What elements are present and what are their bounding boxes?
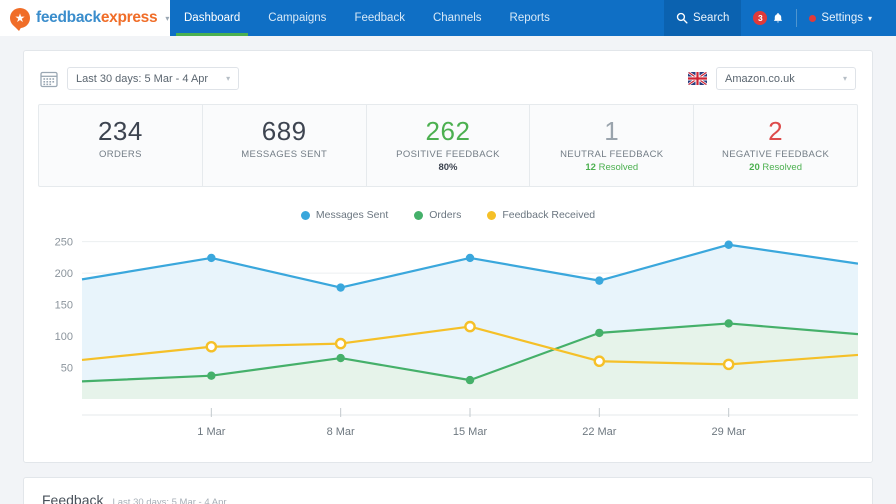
nav-item-channels[interactable]: Channels (419, 0, 496, 36)
legend-item-messages-sent[interactable]: Messages Sent (300, 209, 389, 222)
marketplace-filter-group: Amazon.co.uk ▾ (688, 67, 856, 90)
nav-item-dashboard[interactable]: Dashboard (170, 0, 254, 36)
chart-legend: Messages Sent Orders Feedback Received (38, 209, 858, 221)
nav-label: Campaigns (268, 12, 327, 24)
filter-bar: Last 30 days: 5 Mar - 4 Apr ▾ Amazon.co.… (38, 67, 858, 104)
nav-label: Reports (509, 12, 550, 24)
chevron-down-icon: ▾ (867, 13, 872, 23)
brand-name-second: express (100, 9, 158, 26)
stat-sub: 20 Resolved (698, 162, 853, 173)
legend-bullet-icon (487, 210, 497, 220)
stat-sub-count: 12 (585, 162, 596, 174)
bell-icon (774, 12, 783, 22)
stat-label: NEGATIVE FEEDBACK (722, 149, 830, 161)
stat-card-messages-sent[interactable]: 689 MESSAGES SENT (203, 105, 367, 187)
legend-item-orders[interactable]: Orders (414, 209, 461, 221)
svg-text:150: 150 (55, 300, 73, 312)
uk-flag-icon (688, 72, 707, 85)
feedback-subtitle: Last 30 days: 5 Mar - 4 Apr (112, 497, 227, 504)
date-filter-group: Last 30 days: 5 Mar - 4 Apr ▾ (40, 67, 240, 90)
feedback-title: Feedback (42, 492, 104, 504)
stat-sub-text: Resolved (598, 162, 639, 174)
date-range-select[interactable]: Last 30 days: 5 Mar - 4 Apr ▾ (67, 67, 240, 90)
feedback-section-card: Feedback Last 30 days: 5 Mar - 4 Apr Pos… (23, 477, 873, 504)
svg-text:100: 100 (55, 331, 73, 343)
stat-value: 689 (261, 116, 307, 146)
nav-item-reports[interactable]: Reports (496, 0, 564, 36)
dashboard-overview-card: Last 30 days: 5 Mar - 4 Apr ▾ Amazon.co.… (23, 50, 873, 464)
svg-text:250: 250 (55, 237, 73, 249)
top-navigation-bar: ★ feedbackexpress ▾ Dashboard Campaigns … (0, 0, 896, 36)
svg-text:50: 50 (61, 363, 73, 375)
nav-label: Channels (432, 12, 482, 24)
performance-area-chart[interactable]: 50 100 150 200 250 1 Mar 8 Mar 15 Mar 22 Mar 29 M… (38, 221, 859, 449)
legend-label: Feedback Received (502, 209, 596, 222)
kpi-stats-row: 234 ORDERS 689 MESSAGES SENT 262 POSITIV… (38, 104, 858, 188)
stat-value: 1 (604, 116, 620, 146)
stat-sub: 80% (438, 162, 458, 174)
stat-card-negative-feedback[interactable]: 2 NEGATIVE FEEDBACK 20 Resolved (694, 105, 857, 186)
marketplace-select[interactable]: Amazon.co.uk ▾ (716, 67, 856, 90)
settings-button[interactable]: Settings ▾ (797, 0, 884, 36)
stat-label: NEUTRAL FEEDBACK (560, 149, 664, 161)
page-content: Last 30 days: 5 Mar - 4 Apr ▾ Amazon.co.… (0, 36, 896, 504)
feedbackexpress-logo-icon: ★ (10, 8, 30, 31)
legend-label: Orders (429, 209, 462, 222)
date-range-value: Last 30 days: 5 Mar - 4 Apr (76, 72, 209, 85)
nav-item-campaigns[interactable]: Campaigns (254, 0, 340, 36)
stat-card-orders[interactable]: 234 ORDERS (39, 105, 203, 187)
nav-right-group: Search 3 Settings ▾ (663, 0, 896, 36)
stat-label: ORDERS (99, 149, 142, 161)
chevron-down-icon: ▾ (226, 74, 231, 83)
legend-item-feedback-received[interactable]: Feedback Received (487, 209, 595, 221)
stat-card-positive-feedback[interactable]: 262 POSITIVE FEEDBACK 80% (367, 105, 531, 187)
feedback-header: Feedback Last 30 days: 5 Mar - 4 Apr (42, 492, 854, 504)
svg-text:15 Mar: 15 Mar (453, 426, 488, 438)
svg-text:22 Mar: 22 Mar (582, 426, 617, 438)
nav-label: Dashboard (184, 12, 241, 24)
svg-text:1 Mar: 1 Mar (197, 426, 225, 438)
nav-item-feedback[interactable]: Feedback (340, 0, 419, 36)
stat-sub: 12 Resolved (534, 162, 689, 173)
stat-value: 262 (425, 116, 471, 146)
nav-label: Feedback (354, 12, 405, 24)
svg-text:200: 200 (55, 268, 73, 280)
stat-sub-count: 20 (749, 162, 760, 174)
calendar-icon (40, 70, 58, 88)
svg-text:8 Mar: 8 Mar (327, 426, 355, 438)
stat-value: 234 (97, 116, 143, 146)
settings-label: Settings (821, 12, 863, 24)
chevron-down-icon: ▾ (842, 74, 847, 83)
search-button[interactable]: Search (663, 0, 742, 36)
stat-label: MESSAGES SENT (241, 149, 328, 161)
star-icon: ★ (14, 11, 26, 25)
brand-name: feedbackexpress (36, 9, 158, 27)
brand-name-first: feedback (36, 9, 101, 26)
search-icon (676, 12, 688, 24)
stat-sub-text: Resolved (762, 162, 802, 174)
brand-logo[interactable]: ★ feedbackexpress ▾ (0, 0, 170, 36)
marketplace-value: Amazon.co.uk (725, 72, 795, 85)
chevron-down-icon[interactable]: ▾ (165, 14, 169, 23)
stat-value: 2 (768, 116, 784, 146)
stat-card-neutral-feedback[interactable]: 1 NEUTRAL FEEDBACK 12 Resolved (530, 105, 695, 187)
notification-badge: 3 (753, 11, 768, 25)
legend-label: Messages Sent (315, 209, 389, 222)
stat-label: POSITIVE FEEDBACK (396, 149, 500, 161)
notifications-button[interactable]: 3 (741, 0, 796, 36)
alert-dot-icon (809, 14, 817, 22)
legend-bullet-icon (300, 210, 310, 220)
legend-bullet-icon (414, 210, 424, 220)
svg-text:29 Mar: 29 Mar (712, 426, 747, 438)
main-nav: Dashboard Campaigns Feedback Channels Re… (170, 0, 564, 36)
search-label: Search (692, 12, 730, 24)
